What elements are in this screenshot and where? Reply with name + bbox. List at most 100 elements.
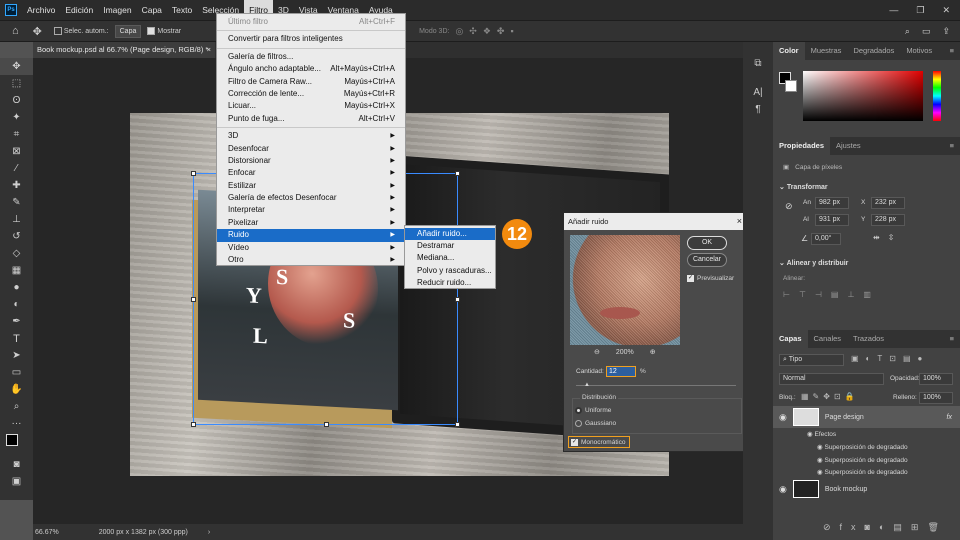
mono-checkbox[interactable]: ✓: [571, 438, 578, 446]
zoom-out-icon[interactable]: ⊖: [594, 348, 600, 356]
crop-tool-icon[interactable]: ⌗: [0, 126, 33, 143]
transform-handle[interactable]: [191, 171, 196, 176]
transform-handle[interactable]: [455, 297, 460, 302]
menu-item-smart-filters[interactable]: Convertir para filtros inteligentes: [217, 33, 405, 45]
panel-tab[interactable]: Canales: [808, 330, 848, 348]
history-brush-icon[interactable]: ↺: [0, 228, 33, 245]
noise-menu-item[interactable]: Añadir ruido...: [405, 228, 495, 241]
gaussian-radio[interactable]: [575, 420, 582, 427]
noise-menu-item[interactable]: Polvo y rascaduras...: [405, 265, 495, 277]
transform-handle[interactable]: [191, 297, 196, 302]
menu-item-filter[interactable]: Corrección de lente... Mayús+Ctrl+R: [217, 88, 405, 100]
stamp-tool-icon[interactable]: ⊥: [0, 211, 33, 228]
healing-brush-icon[interactable]: ✚: [0, 177, 33, 194]
zoom-in-icon[interactable]: ⊕: [650, 348, 656, 356]
transform-handle[interactable]: [324, 422, 329, 427]
ok-button[interactable]: OK: [687, 236, 727, 250]
menu-item-filter[interactable]: Filtro de Camera Raw... Mayús+Ctrl+A: [217, 76, 405, 88]
autosel-checkbox[interactable]: [53, 27, 62, 35]
menu-item-filter[interactable]: Punto de fuga... Alt+Ctrl+V: [217, 113, 405, 125]
lasso-tool-icon[interactable]: ʘ: [0, 92, 33, 109]
panel-menu-icon[interactable]: ≡: [950, 137, 960, 155]
transform-handle[interactable]: [191, 422, 196, 427]
document-tab[interactable]: Book mockup.psd al 66.7% (Page design, R…: [33, 42, 215, 58]
menu-imagen[interactable]: Imagen: [98, 0, 136, 20]
align-buttons-icon[interactable]: ⊢⊤⊣▤⊥▥: [783, 290, 880, 299]
panel-tab[interactable]: Motivos: [900, 42, 938, 60]
panel-menu-icon[interactable]: ≡: [950, 330, 960, 348]
panel-tab[interactable]: Ajustes: [830, 137, 867, 155]
uniform-radio[interactable]: [575, 407, 582, 414]
blur-tool-icon[interactable]: ●: [0, 279, 33, 296]
gradient-tool-icon[interactable]: ▦: [0, 262, 33, 279]
path-select-icon[interactable]: ➤: [0, 347, 33, 364]
move-tool-icon[interactable]: ✥: [33, 25, 42, 38]
preview-checkbox[interactable]: ✓: [687, 275, 694, 282]
marquee-tool-icon[interactable]: ⬚: [0, 75, 33, 92]
more-tools-icon[interactable]: ···: [0, 415, 33, 432]
fx-icon[interactable]: fx: [947, 414, 952, 421]
amount-input[interactable]: 12: [606, 366, 636, 377]
eyedropper-icon[interactable]: ⁄: [0, 160, 33, 177]
home-icon[interactable]: ⌂: [12, 25, 19, 37]
move-tool-icon[interactable]: ✥: [0, 58, 33, 75]
autosel-select[interactable]: Capa: [114, 24, 142, 38]
panel-menu-icon[interactable]: ≡: [950, 42, 960, 60]
noise-menu-item[interactable]: Reducir ruido...: [405, 277, 495, 289]
menu-item-submenu[interactable]: Interpretar ▶: [217, 204, 405, 216]
transform-handle[interactable]: [455, 422, 460, 427]
panel-tab[interactable]: Degradados: [847, 42, 900, 60]
menu-item-submenu[interactable]: Vídeo ▶: [217, 242, 405, 254]
panel-tab[interactable]: Capas: [773, 330, 808, 348]
link-icon[interactable]: ⊘: [785, 201, 793, 212]
panel-bg-color[interactable]: [785, 80, 797, 92]
dialog-preview[interactable]: [570, 235, 680, 345]
menu-item-submenu[interactable]: Galería de efectos Desenfocar ▶: [217, 192, 405, 204]
layer-row[interactable]: ◉ Page design fx: [773, 406, 960, 428]
menu-item-submenu[interactable]: Otro ▶: [217, 254, 405, 266]
type-tool-icon[interactable]: T: [0, 330, 33, 347]
pen-tool-icon[interactable]: ✒: [0, 313, 33, 330]
menu-item-submenu[interactable]: Pixelizar ▶: [217, 217, 405, 229]
search-icon[interactable]: ⌕: [905, 26, 910, 37]
menu-texto[interactable]: Texto: [167, 0, 197, 20]
status-arrow-icon[interactable]: ›: [208, 529, 210, 536]
color-swatches[interactable]: [0, 432, 33, 456]
history-icon[interactable]: ⧉: [743, 58, 773, 69]
amount-slider-thumb[interactable]: ▲: [584, 382, 590, 388]
noise-menu-item[interactable]: Destramar: [405, 240, 495, 252]
panel-tab[interactable]: Color: [773, 42, 805, 60]
menu-item-submenu[interactable]: Distorsionar ▶: [217, 155, 405, 167]
screen-mode-icon[interactable]: ▣: [0, 473, 33, 490]
restore-icon[interactable]: ❐: [916, 5, 924, 16]
zoom-level[interactable]: 66.67%: [35, 529, 59, 536]
visibility-eye-icon[interactable]: ◉: [779, 412, 787, 423]
dodge-tool-icon[interactable]: ◐: [0, 296, 33, 313]
menu-item-submenu[interactable]: Enfocar ▶: [217, 167, 405, 179]
noise-menu-item[interactable]: Mediana...: [405, 252, 495, 264]
shape-tool-icon[interactable]: ▭: [0, 364, 33, 381]
layer-kind-filter[interactable]: ⌕ Tipo: [779, 354, 844, 366]
x-field[interactable]: 232 px: [871, 197, 905, 209]
menu-edición[interactable]: Edición: [60, 0, 98, 20]
panel-tab[interactable]: Propiedades: [773, 137, 831, 155]
menu-item-filter[interactable]: Ángulo ancho adaptable... Alt+Mayús+Ctrl+…: [217, 63, 405, 75]
close-icon[interactable]: ✕: [942, 5, 950, 16]
lock-icons[interactable]: ▦✎✥⊡🔒: [801, 392, 859, 401]
layer-action-icons[interactable]: ⊘fx◙◐▤⊞🗑: [823, 522, 948, 533]
menu-item-submenu[interactable]: Desenfocar ▶: [217, 143, 405, 155]
panel-tab[interactable]: Trazados: [847, 330, 890, 348]
foreground-color[interactable]: [6, 434, 18, 446]
character-icon[interactable]: A|: [743, 87, 773, 98]
frame-tool-icon[interactable]: ⊠: [0, 143, 33, 160]
dialog-close-icon[interactable]: ×: [737, 213, 742, 230]
opacity-field[interactable]: 100%: [919, 373, 953, 385]
chevron-down-icon[interactable]: ⌄: [779, 184, 787, 191]
chevron-down-icon[interactable]: ⌄: [779, 260, 787, 267]
angle-field[interactable]: 0,00°: [811, 233, 841, 245]
layer-row[interactable]: ◉ Book mockup: [773, 478, 960, 500]
menu-item-submenu[interactable]: 3D ▶: [217, 130, 405, 142]
paragraph-icon[interactable]: ¶: [743, 104, 773, 115]
menu-item-filter[interactable]: Galería de filtros...: [217, 51, 405, 63]
width-field[interactable]: 982 px: [815, 197, 849, 209]
